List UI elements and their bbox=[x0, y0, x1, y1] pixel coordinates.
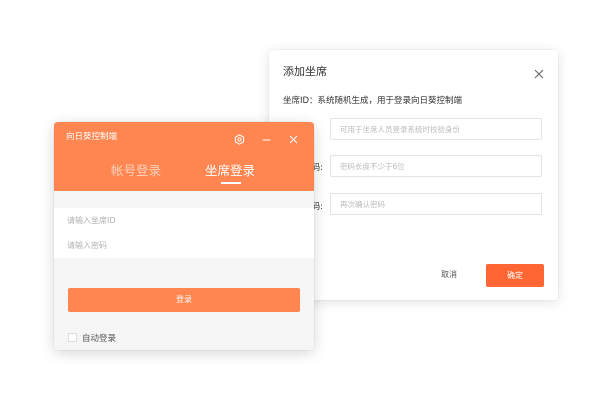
stage: 添加坐席 坐席ID：系统随机生成，用于登录向日葵控制端 码: 码: 取消 确定 … bbox=[0, 0, 600, 416]
login-button[interactable]: 登录 bbox=[68, 288, 300, 312]
close-icon[interactable] bbox=[288, 130, 299, 144]
dialog-title: 添加坐席 bbox=[283, 65, 327, 78]
auto-login-checkbox[interactable] bbox=[68, 333, 77, 342]
form-spacer bbox=[54, 191, 314, 208]
seat-id-info: 坐席ID：系统随机生成，用于登录向日葵控制端 bbox=[283, 96, 463, 106]
login-window: 向日葵控制端 帐号登录 坐席登录 请输入坐席ID 登录 自动登录 bbox=[54, 122, 314, 350]
close-icon[interactable] bbox=[534, 64, 544, 79]
minimize-icon[interactable] bbox=[261, 130, 272, 141]
login-header: 向日葵控制端 帐号登录 坐席登录 bbox=[54, 122, 314, 191]
window-title: 向日葵控制端 bbox=[66, 132, 118, 142]
confirm-button[interactable]: 确定 bbox=[486, 264, 544, 287]
login-password-input[interactable] bbox=[54, 233, 314, 257]
tab-seat-login[interactable]: 坐席登录 bbox=[205, 160, 255, 179]
gear-icon[interactable] bbox=[234, 130, 245, 145]
seat-desc-input[interactable] bbox=[330, 118, 542, 140]
active-tab-indicator bbox=[221, 182, 241, 184]
tab-account-login[interactable]: 帐号登录 bbox=[111, 160, 161, 179]
confirm-password-input[interactable] bbox=[330, 193, 542, 215]
cancel-button[interactable]: 取消 bbox=[427, 265, 471, 285]
auto-login-label: 自动登录 bbox=[82, 334, 117, 344]
password-input[interactable] bbox=[330, 155, 542, 177]
seat-id-input[interactable] bbox=[54, 208, 314, 232]
